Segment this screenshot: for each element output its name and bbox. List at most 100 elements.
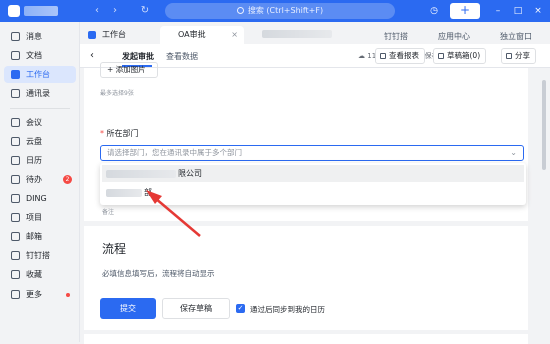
sidebar-item-dingda[interactable]: 钉钉搭 [4, 247, 76, 264]
forward-arrow-icon[interactable]: › [108, 4, 122, 18]
refresh-icon[interactable]: ↻ [138, 4, 152, 18]
tab-label: OA审批 [178, 30, 206, 39]
tab-start-approval[interactable]: 发起审批 [122, 51, 154, 62]
sidebar-item-label: 钉钉搭 [26, 251, 50, 260]
sidebar-item-ding[interactable]: DING [4, 190, 76, 207]
app-center-link[interactable]: 应用中心 [438, 31, 470, 42]
back-icon[interactable]: ‹ [90, 50, 94, 61]
draft-icon [438, 53, 444, 59]
view-report-button[interactable]: 查看报表 [375, 48, 425, 64]
sidebar-item-workbench[interactable]: 工作台 [4, 66, 76, 83]
sidebar-item-cloud[interactable]: 云盘 [4, 133, 76, 150]
meeting-icon [11, 118, 20, 127]
workbench-tab-icon [88, 31, 96, 39]
save-draft-button[interactable]: 保存草稿 [162, 298, 230, 319]
app-logo [8, 5, 20, 17]
sidebar-item-messages[interactable]: 消息 [4, 28, 76, 45]
tab-view-data[interactable]: 查看数据 [166, 51, 198, 62]
report-icon [380, 53, 386, 59]
standalone-window-link[interactable]: 独立窗口 [500, 31, 532, 42]
share-button[interactable]: 分享 [501, 48, 536, 64]
notification-dot [66, 293, 70, 297]
search-input[interactable]: 搜索 (Ctrl+Shift+F) [165, 3, 395, 19]
sidebar-item-favorites[interactable]: 收藏 [4, 266, 76, 283]
calendar-icon [11, 156, 20, 165]
bottom-card [84, 334, 528, 344]
tab-oa-approval[interactable]: OA审批 × [160, 26, 244, 44]
blurred-tab [262, 30, 332, 38]
department-label: * 所在部门 [100, 128, 139, 139]
dingda-link[interactable]: 钉钉搭 [384, 31, 408, 42]
app-name-blurred [24, 6, 58, 16]
sidebar-item-label: 文档 [26, 51, 42, 60]
form-card: + 添加图片 最多选择9张 * 所在部门 请选择部门，您在通讯录中属于多个部门 ⌄… [84, 62, 528, 221]
button-label: 分享 [515, 51, 530, 60]
sidebar-divider [10, 108, 70, 109]
sidebar-item-label: 会议 [26, 118, 42, 127]
message-icon [11, 32, 20, 41]
sidebar-item-label: 更多 [26, 290, 42, 299]
department-option[interactable]: 部 [102, 184, 524, 201]
sidebar-item-mail[interactable]: 邮箱 [4, 228, 76, 245]
submit-button[interactable]: 提交 [100, 298, 156, 319]
blurred-department-name [106, 189, 142, 197]
sidebar-item-docs[interactable]: 文档 [4, 47, 76, 64]
sidebar-item-project[interactable]: 项目 [4, 209, 76, 226]
project-icon [11, 213, 20, 222]
close-window-icon[interactable]: × [532, 4, 544, 18]
tab-workbench[interactable]: 工作台 [84, 26, 158, 44]
sidebar-item-label: 消息 [26, 32, 42, 41]
share-icon [506, 53, 512, 59]
sidebar-item-label: 云盘 [26, 137, 42, 146]
button-label: 查看报表 [389, 51, 419, 60]
option-label: 部 [144, 188, 152, 197]
tab-label: 工作台 [102, 30, 126, 39]
required-marker: * [100, 129, 104, 138]
tab-bar: 工作台 OA审批 × 钉钉搭 应用中心 独立窗口 [80, 22, 550, 44]
content-area: + 添加图片 最多选择9张 * 所在部门 请选择部门，您在通讯录中属于多个部门 ⌄… [80, 62, 550, 344]
sidebar-item-contacts[interactable]: 通讯录 [4, 85, 76, 102]
department-label-text: 所在部门 [106, 129, 139, 138]
more-icon [11, 290, 20, 299]
image-limit-tip: 最多选择9张 [100, 90, 134, 97]
document-icon [11, 51, 20, 60]
drafts-button[interactable]: 草稿箱(0) [433, 48, 487, 64]
cloud-icon [11, 137, 20, 146]
todo-icon [11, 175, 20, 184]
close-tab-icon[interactable]: × [231, 26, 238, 44]
sidebar-item-meeting[interactable]: 会议 [4, 114, 76, 131]
department-option[interactable]: 限公司 [102, 165, 524, 182]
sidebar-item-calendar[interactable]: 日历 [4, 152, 76, 169]
title-bar: ‹ › ↻ 搜索 (Ctrl+Shift+F) ◷ + – □ × [0, 0, 550, 22]
favorites-icon [11, 270, 20, 279]
remark-label: 备注 [102, 209, 115, 216]
department-placeholder: 请选择部门，您在通讯录中属于多个部门 [107, 148, 242, 157]
sidebar-item-more[interactable]: 更多 [4, 286, 76, 303]
contacts-icon [11, 89, 20, 98]
back-arrow-icon[interactable]: ‹ [90, 4, 104, 18]
cloud-sync-icon: ☁ [358, 52, 368, 60]
maximize-icon[interactable]: □ [512, 4, 524, 18]
sync-calendar-checkbox[interactable]: ✓ [236, 304, 245, 313]
history-icon[interactable]: ◷ [427, 4, 441, 18]
button-label: 草稿箱(0) [447, 51, 481, 60]
sidebar-item-label: 通讯录 [26, 89, 50, 98]
search-placeholder: 搜索 (Ctrl+Shift+F) [247, 6, 324, 15]
add-button[interactable]: + [450, 3, 480, 19]
department-select[interactable]: 请选择部门，您在通讯录中属于多个部门 ⌄ [100, 145, 524, 161]
add-image-button[interactable]: + 添加图片 [100, 62, 158, 78]
option-label: 限公司 [178, 169, 202, 178]
search-icon [236, 7, 244, 14]
workbench-icon [11, 70, 20, 79]
department-dropdown: 限公司 部 [100, 163, 526, 205]
flow-card: 流程 必填信息填写后，流程将自动显示 提交 保存草稿 ✓ 通过后同步到我的日历 [84, 226, 528, 330]
scrollbar[interactable] [542, 80, 546, 170]
sidebar-item-label: 收藏 [26, 270, 42, 279]
flow-tip: 必填信息填写后，流程将自动显示 [102, 269, 215, 278]
chevron-down-icon: ⌄ [510, 148, 517, 157]
ding-icon [11, 194, 20, 203]
sidebar-item-todo[interactable]: 待办 2 [4, 171, 76, 188]
sync-calendar-label: 通过后同步到我的日历 [250, 305, 325, 314]
sidebar-item-label: 工作台 [26, 70, 50, 79]
minimize-icon[interactable]: – [492, 4, 504, 18]
